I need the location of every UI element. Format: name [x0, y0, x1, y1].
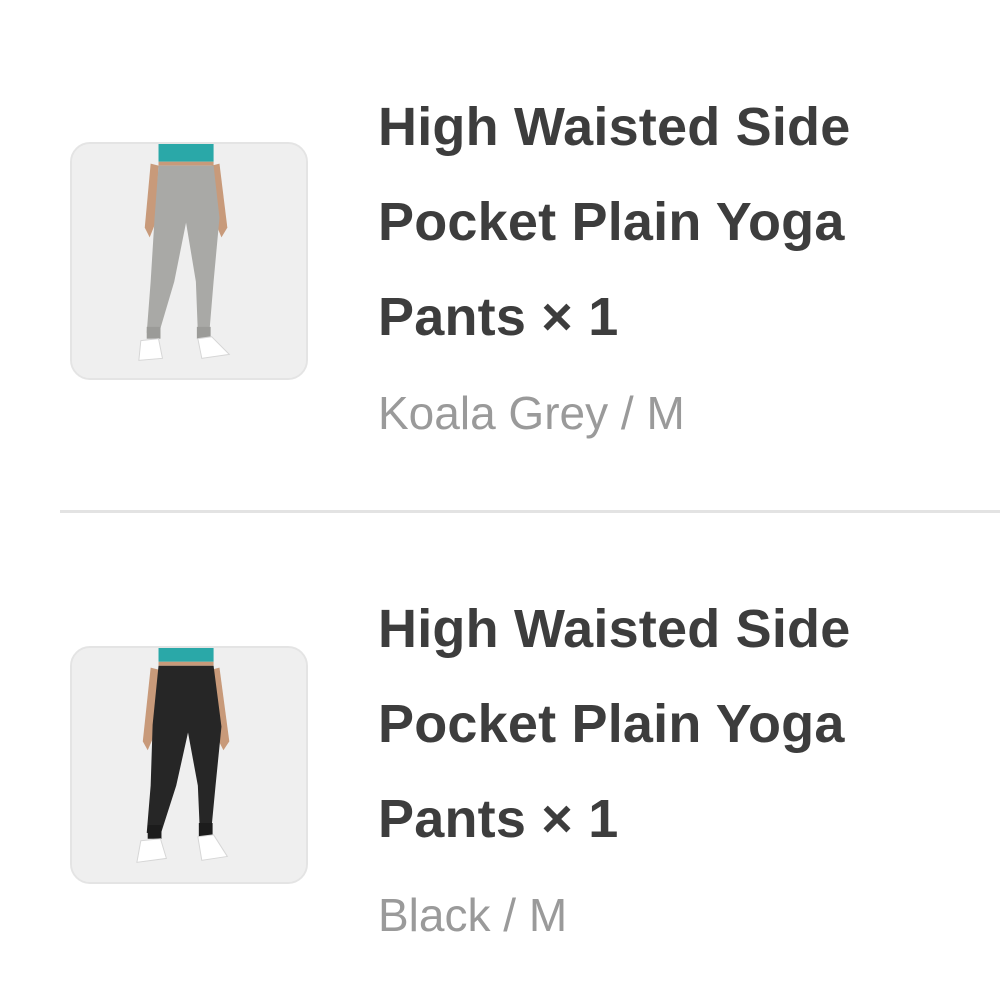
product-thumbnail[interactable] — [70, 646, 308, 884]
product-title[interactable]: High Waisted Side Pocket Plain Yoga Pant… — [378, 582, 978, 867]
order-item[interactable]: High Waisted Side Pocket Plain Yoga Pant… — [0, 0, 1000, 500]
product-title[interactable]: High Waisted Side Pocket Plain Yoga Pant… — [378, 80, 978, 365]
order-item-list: High Waisted Side Pocket Plain Yoga Pant… — [0, 0, 1000, 1000]
product-variant: Black / M — [378, 889, 568, 941]
yoga-pants-grey-image-icon — [72, 144, 306, 378]
product-variant: Koala Grey / M — [378, 387, 685, 439]
yoga-pants-black-image-icon — [72, 648, 306, 882]
order-item[interactable]: High Waisted Side Pocket Plain Yoga Pant… — [0, 502, 1000, 1000]
product-thumbnail[interactable] — [70, 142, 308, 380]
